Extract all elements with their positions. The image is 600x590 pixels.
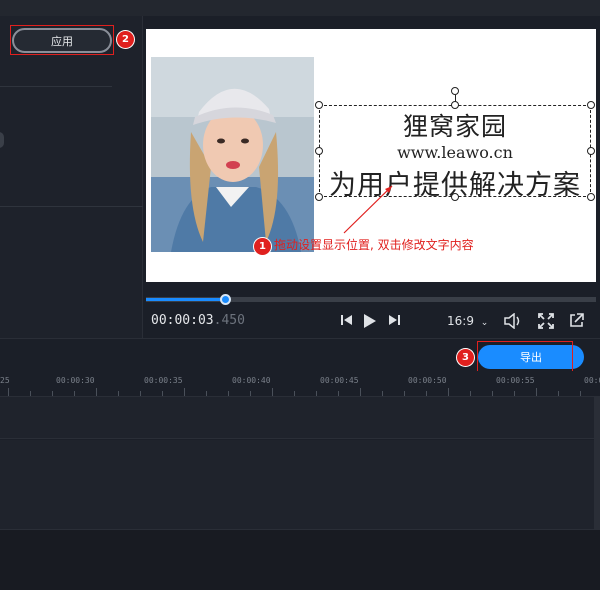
tick-label: 25 (0, 376, 10, 385)
tick-mark (250, 391, 251, 396)
tick-mark (96, 388, 97, 396)
aspect-ratio-value: 16:9 (447, 314, 474, 328)
tick-mark (8, 388, 9, 396)
popout-icon[interactable] (569, 313, 584, 332)
panel-divider (0, 86, 112, 87)
tick-mark (162, 391, 163, 396)
timecode: 00:00:03.450 (151, 313, 245, 328)
tick-label: 00:00:50 (408, 376, 447, 385)
left-panel: 应用 (0, 16, 143, 338)
tick-label: 00:0 (584, 376, 600, 385)
timeline-scrub-bar[interactable] (146, 297, 596, 302)
callout-badge-1: 1 (254, 238, 271, 255)
tick-mark (558, 391, 559, 396)
highlight-box-apply (10, 25, 114, 55)
tick-mark (338, 391, 339, 396)
tick-mark (52, 391, 53, 396)
tick-label: 00:00:55 (496, 376, 535, 385)
timeline-track[interactable] (0, 440, 600, 530)
aspect-ratio-select[interactable]: 16:9 ⌄ (447, 314, 488, 328)
tick-mark (316, 391, 317, 396)
timeline-track[interactable] (0, 397, 600, 439)
tick-mark (206, 391, 207, 396)
tick-label: 00:00:35 (144, 376, 183, 385)
tick-label: 00:00:30 (56, 376, 95, 385)
chevron-down-icon: ⌄ (480, 318, 489, 328)
tick-mark (118, 391, 119, 396)
callout-badge-2: 2 (117, 31, 134, 48)
tick-mark (426, 391, 427, 396)
tick-mark (30, 391, 31, 396)
tick-mark (140, 391, 141, 396)
tick-mark (294, 391, 295, 396)
panel-divider (0, 206, 143, 207)
tick-mark (74, 391, 75, 396)
bottom-area (0, 530, 600, 590)
tick-mark (382, 391, 383, 396)
highlight-box-export (477, 341, 573, 372)
volume-icon[interactable] (504, 312, 522, 333)
skip-forward-icon[interactable] (387, 313, 401, 331)
tick-mark (492, 391, 493, 396)
scrub-progress (146, 298, 227, 301)
tick-mark (272, 388, 273, 396)
tick-mark (448, 388, 449, 396)
callout-badge-3: 3 (457, 349, 474, 366)
annotation-text: 拖动设置显示位置, 双击修改文字内容 (274, 238, 474, 252)
tick-mark (404, 391, 405, 396)
scrub-knob[interactable] (220, 294, 231, 305)
vertical-scrollbar[interactable] (594, 397, 600, 530)
tick-mark (228, 391, 229, 396)
skip-back-icon[interactable] (340, 313, 354, 331)
tick-mark (184, 388, 185, 396)
timecode-main: 00:00:03 (151, 313, 214, 328)
tick-label: 00:00:45 (320, 376, 359, 385)
tick-mark (580, 391, 581, 396)
tick-mark (536, 388, 537, 396)
tick-mark (360, 388, 361, 396)
play-icon[interactable] (363, 313, 377, 333)
timecode-ms: .450 (213, 313, 245, 328)
tick-mark (470, 391, 471, 396)
tick-mark (514, 391, 515, 396)
tick-label: 00:00:40 (232, 376, 271, 385)
fullscreen-icon[interactable] (538, 313, 554, 333)
timeline-ruler[interactable]: 25 00:00:30 00:00:35 00:00:40 00:00:45 0… (0, 371, 600, 397)
top-bar (0, 0, 600, 16)
video-preview[interactable]: 狸窝家园 www.leawo.cn 为用户提供解决方案 1 拖动设置显示位置, … (146, 29, 596, 282)
slider-knob[interactable] (0, 132, 4, 148)
